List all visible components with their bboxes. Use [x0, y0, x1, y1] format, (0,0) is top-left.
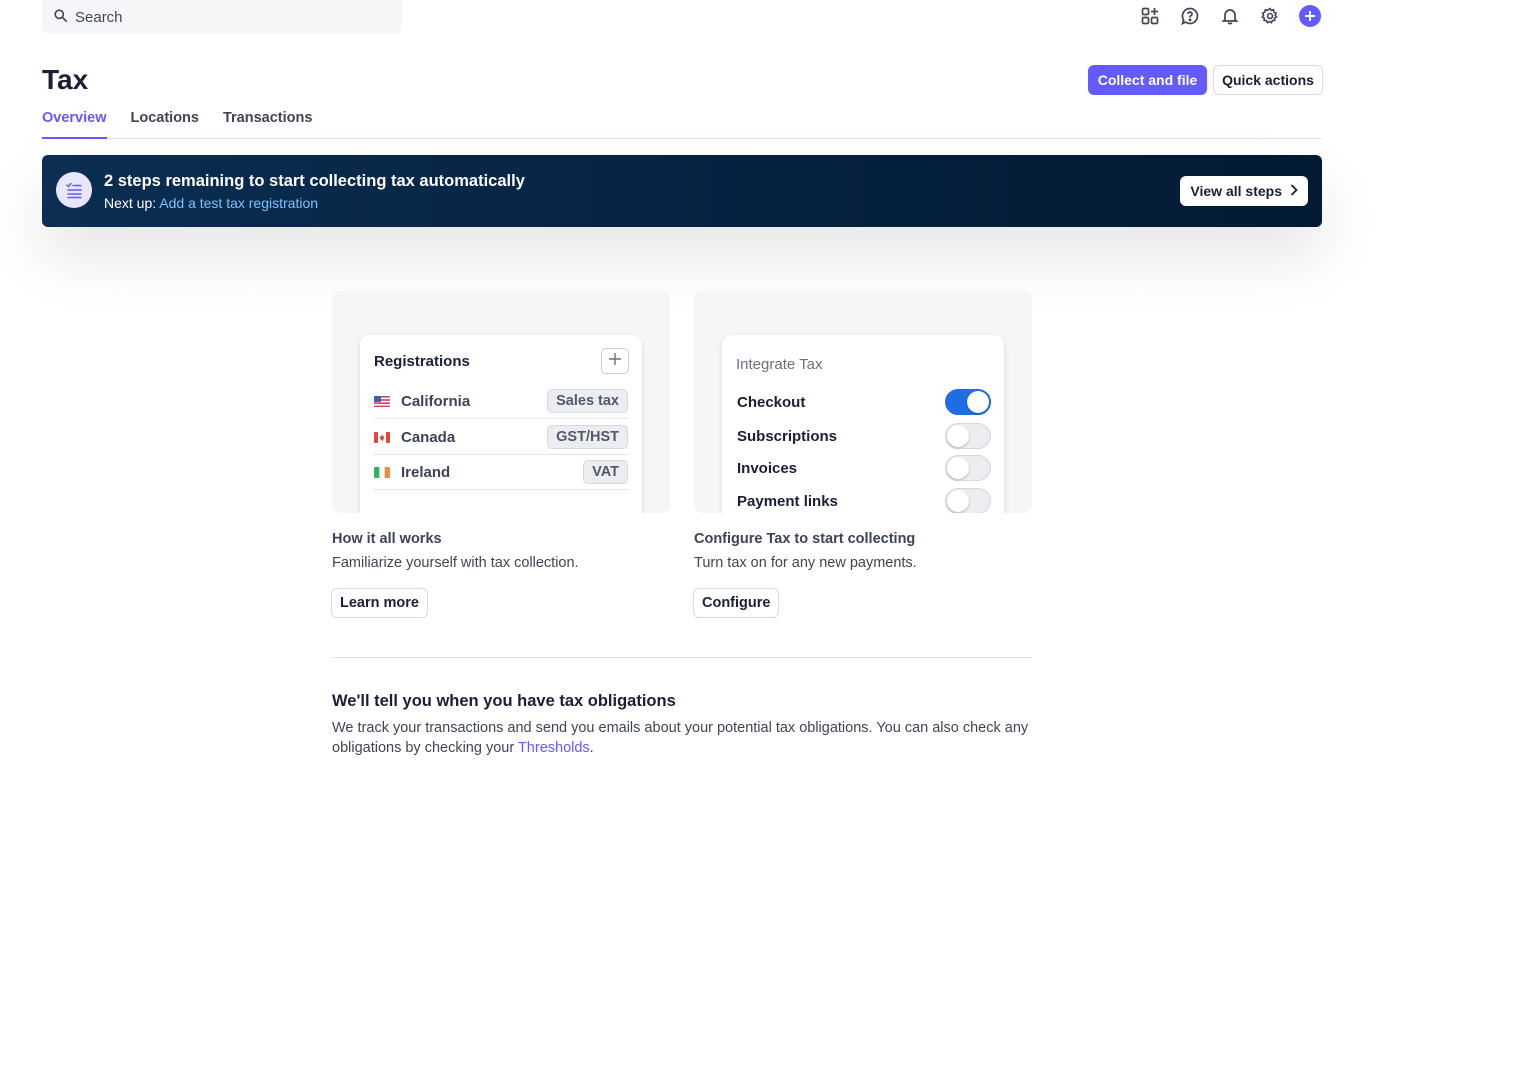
banner-subtitle: Next up: Add a test tax registration	[104, 195, 318, 211]
registration-row: Ireland VAT	[374, 455, 628, 490]
integration-row: Payment links	[737, 488, 991, 513]
thresholds-link[interactable]: Thresholds	[518, 740, 590, 756]
learn-more-button[interactable]: Learn more	[331, 588, 428, 618]
checklist-icon	[56, 172, 92, 208]
registration-row: Canada GST/HST	[374, 420, 628, 455]
quick-actions-button[interactable]: Quick actions	[1213, 65, 1323, 95]
integration-label: Invoices	[737, 459, 798, 477]
search-input[interactable]: Search	[42, 0, 402, 34]
search-icon	[54, 8, 75, 26]
integrate-panel: Integrate Tax Checkout Subscriptions Inv…	[722, 335, 1004, 513]
registrations-illustration: Registrations California Sales tax Canad…	[332, 291, 670, 513]
top-toolbar	[1138, 4, 1322, 28]
add-registration-button[interactable]	[601, 348, 629, 374]
plus-icon	[609, 352, 621, 370]
collect-and-file-button[interactable]: Collect and file	[1088, 65, 1207, 95]
view-all-steps-label: View all steps	[1190, 183, 1282, 199]
integrate-title: Integrate Tax	[736, 356, 823, 373]
registration-name: California	[401, 392, 471, 410]
apps-add-icon[interactable]	[1138, 4, 1162, 28]
section-divider	[332, 657, 1032, 658]
page-title: Tax	[42, 64, 89, 95]
integration-row: Invoices	[737, 455, 991, 481]
tab-bar: Overview Locations Transactions	[42, 110, 1322, 139]
registration-tag: GST/HST	[547, 425, 628, 449]
tab-transactions[interactable]: Transactions	[223, 110, 312, 139]
obligations-title: We'll tell you when you have tax obligat…	[332, 692, 676, 710]
tab-locations[interactable]: Locations	[131, 110, 199, 139]
setup-banner: 2 steps remaining to start collecting ta…	[42, 155, 1322, 227]
chevron-right-icon	[1290, 183, 1298, 199]
add-test-registration-link[interactable]: Add a test tax registration	[159, 195, 318, 211]
payment-links-toggle[interactable]	[945, 488, 991, 513]
integrate-illustration: Integrate Tax Checkout Subscriptions Inv…	[694, 291, 1032, 513]
obligations-body: We track your transactions and send you …	[332, 720, 1029, 756]
configure-button[interactable]: Configure	[693, 588, 780, 618]
subscriptions-toggle[interactable]	[945, 423, 991, 449]
obligations-text: We track your transactions and send you …	[332, 718, 1034, 758]
search-placeholder: Search	[75, 8, 123, 26]
integration-label: Subscriptions	[737, 427, 838, 445]
bell-icon[interactable]	[1218, 4, 1242, 28]
configure-description: Turn tax on for any new payments.	[694, 555, 917, 571]
tab-overview[interactable]: Overview	[42, 110, 107, 139]
registration-tag: Sales tax	[547, 389, 628, 413]
registration-row: California Sales tax	[374, 384, 628, 419]
help-icon[interactable]	[1178, 4, 1202, 28]
integration-label: Checkout	[737, 393, 806, 411]
integration-row: Subscriptions	[737, 423, 991, 449]
ie-flag-icon	[374, 466, 390, 478]
registrations-title: Registrations	[374, 353, 470, 370]
how-it-works-description: Familiarize yourself with tax collection…	[332, 555, 579, 571]
obligations-suffix: .	[589, 740, 594, 756]
gear-icon[interactable]	[1258, 4, 1282, 28]
registration-tag: VAT	[583, 460, 628, 484]
configure-heading: Configure Tax to start collecting	[694, 531, 916, 547]
plus-circle-icon	[1299, 5, 1321, 27]
registration-name: Ireland	[401, 463, 451, 481]
view-all-steps-button[interactable]: View all steps	[1180, 176, 1308, 206]
integration-row: Checkout	[737, 389, 991, 415]
create-button[interactable]	[1298, 4, 1322, 28]
registrations-panel: Registrations California Sales tax Canad…	[360, 335, 642, 513]
ca-flag-icon	[374, 431, 390, 443]
integration-label: Payment links	[737, 492, 838, 510]
banner-next-prefix: Next up:	[104, 195, 160, 211]
registration-name: Canada	[401, 428, 456, 446]
us-flag-icon	[374, 395, 390, 407]
invoices-toggle[interactable]	[945, 455, 991, 481]
checkout-toggle[interactable]	[945, 389, 991, 415]
banner-title: 2 steps remaining to start collecting ta…	[104, 172, 525, 190]
how-it-works-heading: How it all works	[332, 531, 442, 547]
